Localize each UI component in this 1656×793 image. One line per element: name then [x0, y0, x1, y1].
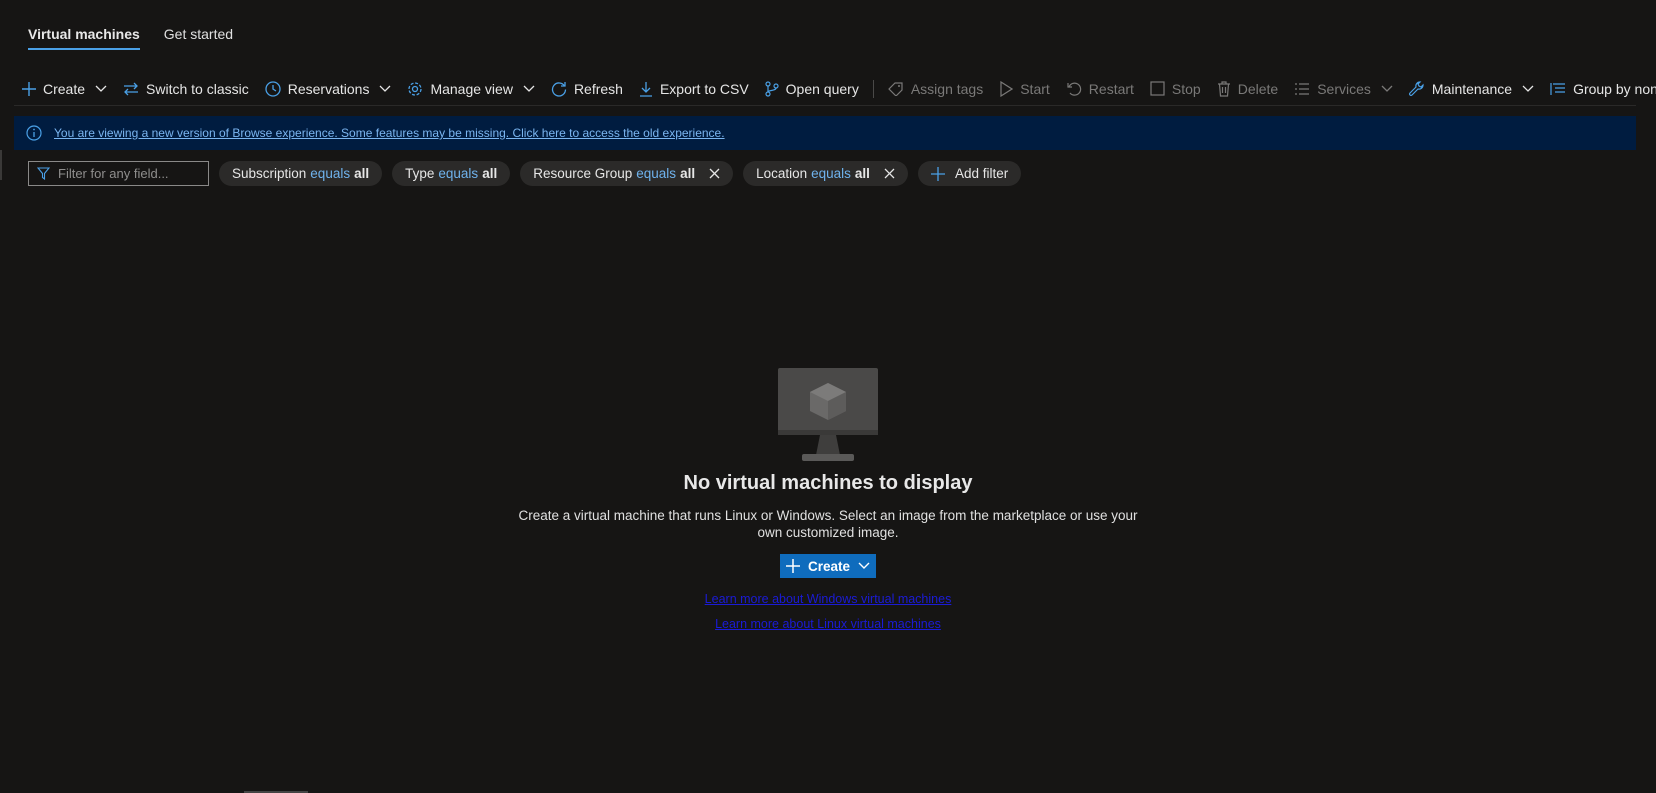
- services-button[interactable]: Services: [1286, 74, 1401, 104]
- create-vm-label: Create: [807, 558, 851, 574]
- list-icon: [1295, 82, 1310, 95]
- filter-operator: equals: [636, 166, 677, 181]
- chevron-down-icon: [95, 85, 107, 92]
- reservations-label: Reservations: [287, 80, 370, 97]
- command-bar: Create Switch to classic Reservations Ma…: [14, 72, 1656, 106]
- remove-filter-button[interactable]: [709, 168, 720, 179]
- group-by-label: Group by none: [1573, 80, 1656, 97]
- reservations-button[interactable]: Reservations: [257, 74, 400, 104]
- plus-icon: [930, 166, 945, 181]
- filter-value: all: [854, 166, 870, 181]
- filter-value: all: [482, 166, 498, 181]
- switch-to-classic-label: Switch to classic: [146, 80, 249, 97]
- chevron-down-icon: [523, 85, 535, 92]
- close-icon: [709, 168, 720, 179]
- add-filter-label: Add filter: [954, 166, 1009, 181]
- switch-to-classic-button[interactable]: Switch to classic: [115, 74, 257, 104]
- create-label: Create: [43, 80, 86, 97]
- refresh-icon: [551, 81, 567, 97]
- empty-state-title: No virtual machines to display: [683, 472, 973, 494]
- learn-windows-link[interactable]: Learn more about Windows virtual machine…: [0, 592, 1656, 606]
- wrench-icon: [1408, 80, 1424, 96]
- plus-icon: [22, 81, 36, 96]
- delete-label: Delete: [1237, 80, 1279, 97]
- manage-view-button[interactable]: Manage view: [399, 74, 543, 104]
- chevron-down-icon: [1381, 85, 1393, 92]
- restart-button[interactable]: Restart: [1058, 74, 1142, 104]
- refresh-button[interactable]: Refresh: [543, 74, 631, 104]
- maintenance-button[interactable]: Maintenance: [1401, 74, 1542, 104]
- filter-value: all: [354, 166, 370, 181]
- toolbar-divider: [872, 79, 874, 98]
- filter-bar: Subscription equals all Type equals all …: [28, 161, 1022, 186]
- learn-linux-link[interactable]: Learn more about Linux virtual machines: [0, 617, 1656, 631]
- filter-operator: equals: [310, 166, 351, 181]
- start-button[interactable]: Start: [991, 74, 1058, 104]
- filter-pill-resource-group[interactable]: Resource Group equals all: [520, 161, 734, 186]
- tab-virtual-machines[interactable]: Virtual machines: [28, 26, 140, 50]
- filter-search-box: [28, 161, 209, 186]
- plus-icon: [785, 559, 800, 573]
- assign-tags-button[interactable]: Assign tags: [880, 74, 991, 104]
- info-icon: [26, 125, 42, 141]
- tab-bar: Virtual machines Get started: [28, 26, 233, 50]
- manage-view-label: Manage view: [430, 80, 513, 97]
- maintenance-label: Maintenance: [1431, 80, 1513, 97]
- filter-field: Type: [405, 166, 435, 181]
- refresh-label: Refresh: [573, 80, 623, 97]
- create-button[interactable]: Create: [14, 74, 115, 104]
- download-icon: [639, 81, 652, 97]
- open-query-label: Open query: [785, 80, 859, 97]
- restart-label: Restart: [1088, 80, 1134, 97]
- old-experience-link[interactable]: You are viewing a new version of Browse …: [54, 126, 725, 140]
- close-icon: [884, 168, 895, 179]
- filter-field: Subscription: [232, 166, 307, 181]
- filter-pill-type[interactable]: Type equals all: [392, 161, 511, 186]
- services-label: Services: [1317, 80, 1371, 97]
- stop-button[interactable]: Stop: [1142, 74, 1209, 104]
- open-query-button[interactable]: Open query: [757, 74, 867, 104]
- filter-pill-location[interactable]: Location equals all: [743, 161, 908, 186]
- trash-icon: [1217, 80, 1230, 97]
- filter-field: Location: [756, 166, 808, 181]
- info-banner: You are viewing a new version of Browse …: [14, 116, 1636, 150]
- create-vm-button[interactable]: Create: [779, 554, 877, 578]
- group-by-button[interactable]: Group by none: [1542, 74, 1656, 104]
- export-csv-button[interactable]: Export to CSV: [631, 74, 757, 104]
- play-icon: [1000, 80, 1014, 97]
- empty-state: No virtual machines to display Create a …: [0, 368, 1656, 631]
- delete-button[interactable]: Delete: [1209, 74, 1286, 104]
- remove-filter-button[interactable]: [884, 168, 895, 179]
- empty-state-description: Create a virtual machine that runs Linux…: [518, 508, 1138, 540]
- filter-value: all: [680, 166, 696, 181]
- switch-arrows-icon: [124, 82, 139, 95]
- gear-icon: [408, 81, 423, 96]
- export-csv-label: Export to CSV: [659, 80, 749, 97]
- restart-icon: [1067, 82, 1081, 96]
- chevron-down-icon: [379, 85, 391, 92]
- left-edge-marker: [0, 150, 2, 180]
- stop-label: Stop: [1171, 80, 1201, 97]
- chevron-down-icon: [1522, 85, 1534, 92]
- filter-icon: [37, 167, 50, 180]
- start-label: Start: [1020, 80, 1050, 97]
- chevron-down-icon: [858, 562, 870, 569]
- filter-input[interactable]: [58, 166, 198, 181]
- group-list-icon: [1550, 82, 1566, 95]
- filter-pill-subscription[interactable]: Subscription equals all: [219, 161, 383, 186]
- stop-icon: [1150, 81, 1165, 96]
- tab-get-started[interactable]: Get started: [164, 26, 233, 50]
- filter-operator: equals: [438, 166, 479, 181]
- tag-icon: [887, 81, 903, 96]
- assign-tags-label: Assign tags: [910, 80, 984, 97]
- add-filter-button[interactable]: Add filter: [917, 161, 1022, 186]
- virtual-machine-monitor-icon: [778, 368, 878, 461]
- filter-operator: equals: [811, 166, 851, 181]
- query-branch-icon: [765, 80, 779, 97]
- clock-icon: [265, 80, 281, 97]
- filter-field: Resource Group: [533, 166, 633, 181]
